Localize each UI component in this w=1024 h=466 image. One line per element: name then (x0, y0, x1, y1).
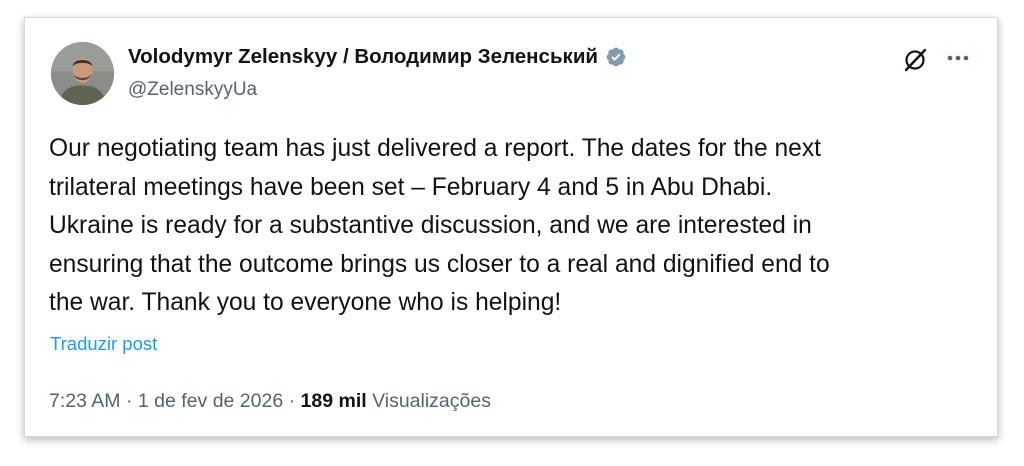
views-label: Visualizações (372, 390, 491, 412)
more-dots-icon[interactable] (942, 42, 974, 74)
post-meta: 7:23 AM · 1 de fev de 2026 · 189 mil Vis… (49, 390, 491, 413)
avatar-image (51, 42, 114, 105)
views-count[interactable]: 189 mil (301, 390, 367, 412)
grok-icon[interactable] (901, 46, 929, 74)
post-time[interactable]: 7:23 AM (49, 390, 121, 412)
verified-badge-icon (606, 47, 626, 67)
avatar[interactable] (51, 42, 114, 105)
meta-separator: · (120, 390, 138, 412)
author-display-name[interactable]: Volodymyr Zelenskyy / Володимир Зеленськ… (128, 45, 598, 69)
author-name-row: Volodymyr Zelenskyy / Володимир Зеленськ… (128, 45, 627, 69)
post-date[interactable]: 1 de fev de 2026 (138, 390, 283, 412)
meta-separator: · (283, 390, 301, 412)
post-card: Volodymyr Zelenskyy / Володимир Зеленськ… (24, 17, 998, 437)
author-handle[interactable]: @ZelenskyyUa (128, 79, 257, 101)
translate-post-link[interactable]: Traduzir post (50, 333, 157, 355)
post-text: Our negotiating team has just delivered … (49, 135, 830, 316)
